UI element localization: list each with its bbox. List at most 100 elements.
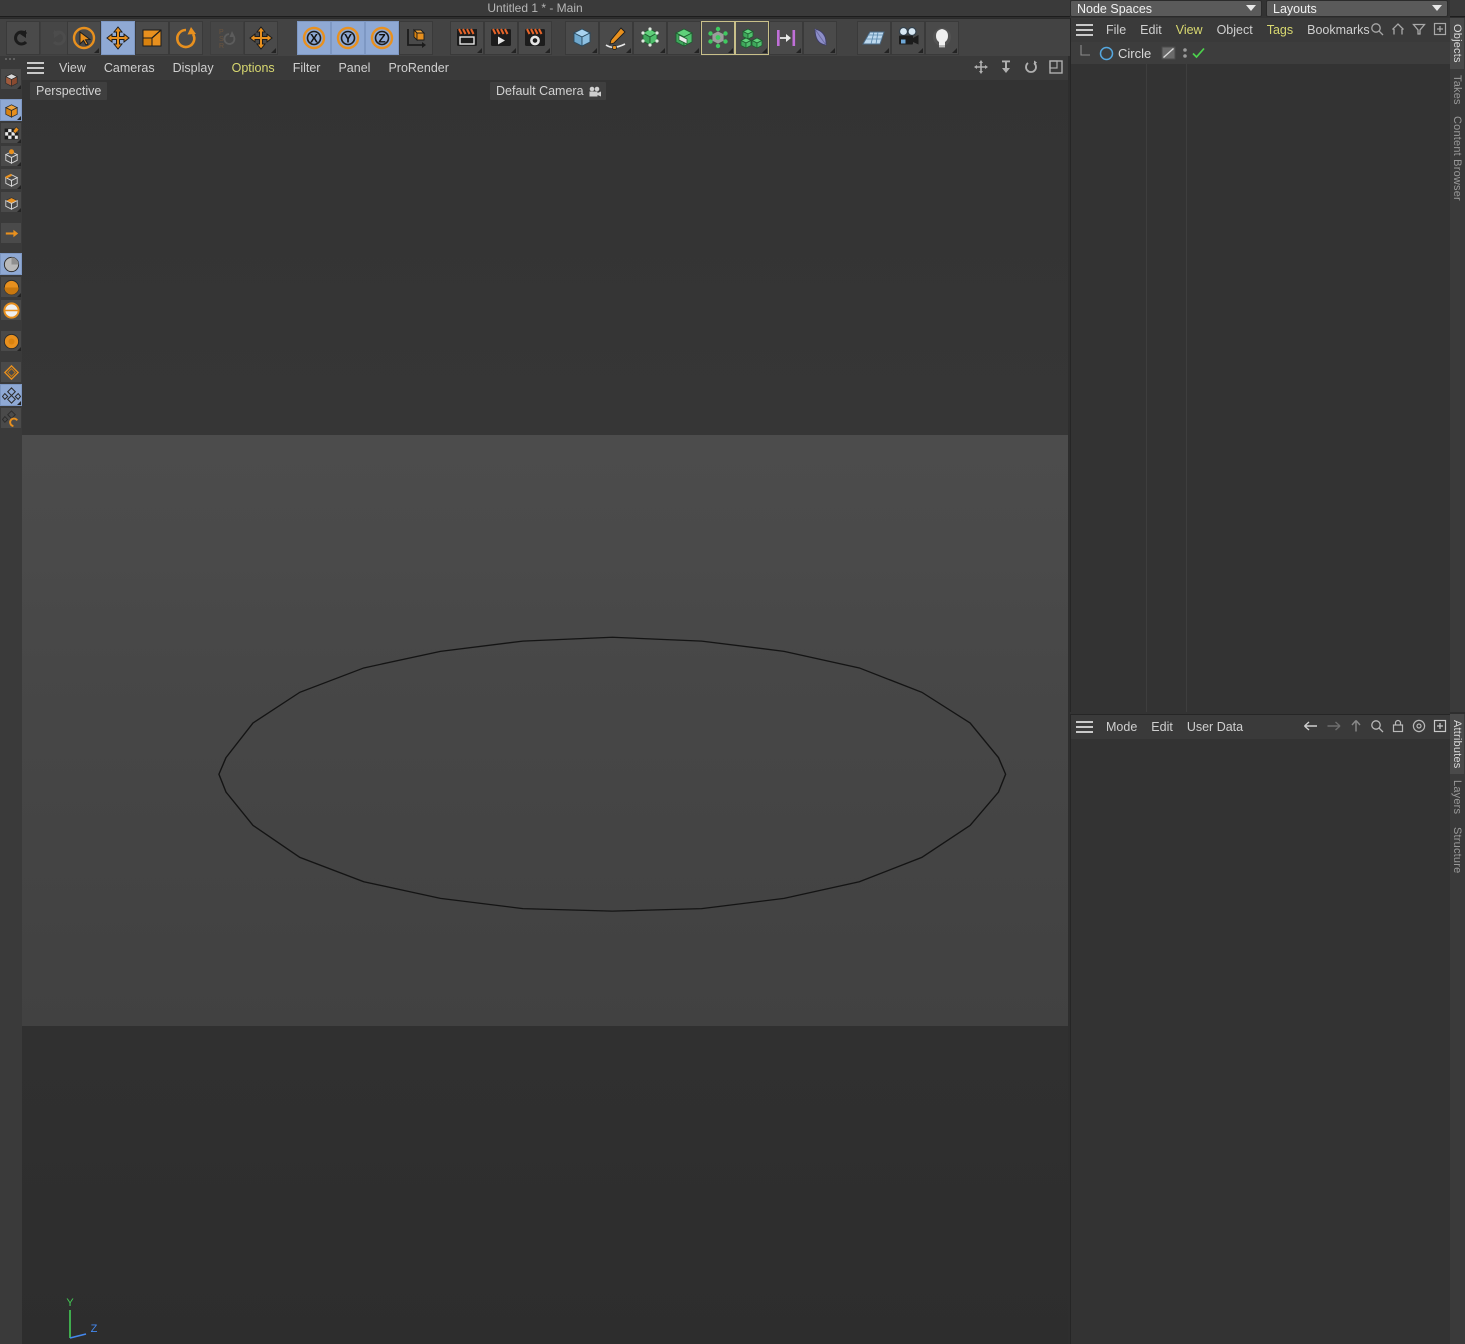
viewport-menu-options[interactable]: Options [223,56,284,80]
viewport-menu-prorender[interactable]: ProRender [379,56,457,80]
object-manager-tree[interactable]: Circle [1071,42,1451,712]
rotate-tool-button[interactable] [169,21,203,55]
scene-constraint-button[interactable] [769,21,803,55]
lock-icon[interactable] [1391,719,1405,733]
up-arrow-icon[interactable] [1349,719,1363,733]
left-item-texture-mode[interactable] [0,122,22,144]
spline-circle-icon[interactable] [1099,46,1114,61]
left-item-solo-off[interactable] [0,276,22,298]
left-item-axis-mode[interactable] [0,222,22,244]
layouts-dropdown[interactable]: Layouts [1266,0,1448,17]
viewport-menu-display[interactable]: Display [164,56,223,80]
visibility-dots-icon[interactable] [1181,46,1189,60]
vtab-takes[interactable]: Takes [1450,69,1464,111]
left-item-point-mode[interactable] [0,145,22,167]
vtab-objects[interactable]: Objects [1450,18,1464,69]
object-name[interactable]: Circle [1118,46,1151,61]
home-icon[interactable] [1391,22,1405,36]
forward-arrow-icon[interactable] [1326,719,1342,733]
world-object-axis-button[interactable] [244,21,278,55]
lock-z-button[interactable]: Z [365,21,399,55]
left-item-object-mode[interactable] [0,99,22,121]
rotate-view-icon[interactable] [1023,59,1039,75]
plus-box-icon[interactable] [1433,719,1447,733]
left-item-quantize[interactable] [0,384,22,406]
om-menu-file[interactable]: File [1099,18,1133,42]
om-menu-edit[interactable]: Edit [1133,18,1169,42]
attributes-hamburger-icon[interactable] [1076,721,1093,733]
left-item-enable-axis[interactable] [0,253,22,275]
deformer-button[interactable] [701,21,735,55]
attr-menu-user-data[interactable]: User Data [1180,715,1250,739]
viewport-corner-icons [973,59,1064,75]
om-column-divider-1[interactable] [1146,64,1147,712]
vtab-attributes[interactable]: Attributes [1450,714,1464,775]
live-selection-button[interactable] [67,21,101,55]
attr-menu-mode[interactable]: Mode [1099,715,1144,739]
lock-x-button[interactable]: X [297,21,331,55]
move-view-icon[interactable] [973,59,989,75]
scale-view-icon[interactable] [998,59,1014,75]
left-item-workplane[interactable] [0,361,22,383]
move-arrows-icon [106,26,130,50]
search-icon[interactable] [1370,719,1384,733]
viewport-menu-panel[interactable]: Panel [329,56,379,80]
attr-menu-edit[interactable]: Edit [1144,715,1180,739]
toolbar-group-create [565,21,837,55]
array-generator-button[interactable] [667,21,701,55]
om-menu-view[interactable]: View [1169,18,1210,42]
nurbs-button[interactable] [633,21,667,55]
viewport-menu-hamburger-icon[interactable] [27,62,44,74]
maximize-view-icon[interactable] [1048,59,1064,75]
undo-button[interactable] [6,21,40,55]
checkmark-icon[interactable] [1191,46,1206,60]
om-menu-object[interactable]: Object [1210,18,1260,42]
om-menu-bookmarks[interactable]: Bookmarks [1300,18,1377,42]
om-column-divider-2[interactable] [1186,64,1187,712]
search-icon[interactable] [1370,22,1384,36]
plus-box-icon[interactable] [1433,22,1447,36]
psr-reset-button[interactable]: P S R [210,21,244,55]
back-arrow-icon[interactable] [1303,719,1319,733]
om-menu-tags[interactable]: Tags [1260,18,1300,42]
attributes-content[interactable] [1071,739,1451,1344]
vtab-structure[interactable]: Structure [1450,821,1464,879]
filter-icon[interactable] [1412,22,1426,36]
lock-y-button[interactable]: Y [331,21,365,55]
node-spaces-dropdown[interactable]: Node Spaces [1070,0,1262,17]
object-manager-hamburger-icon[interactable] [1076,24,1093,36]
object-display-tag-icon[interactable] [1161,46,1177,60]
viewport-menu-view[interactable]: View [50,56,95,80]
scale-tool-button[interactable] [135,21,169,55]
left-item-solo-single[interactable] [0,299,22,321]
viewport-menu-filter[interactable]: Filter [284,56,330,80]
render-settings-button[interactable] [518,21,552,55]
left-item-model-mode[interactable] [0,68,22,90]
object-manager-row[interactable]: Circle [1071,42,1451,64]
vtab-layers[interactable]: Layers [1450,774,1464,820]
move-tool-button[interactable] [101,21,135,55]
left-item-edge-mode[interactable] [0,168,22,190]
vtab-content-browser[interactable]: Content Browser [1450,110,1464,207]
add-camera-button[interactable] [891,21,925,55]
left-item-lock-workplane[interactable] [0,407,22,429]
viewport-menu-cameras[interactable]: Cameras [95,56,164,80]
render-view-button[interactable] [450,21,484,55]
left-item-polygon-mode[interactable] [0,191,22,213]
viewport-camera-label[interactable]: Default Camera [490,82,606,100]
add-spline-button[interactable] [599,21,633,55]
add-floor-button[interactable] [857,21,891,55]
viewport-projection-label[interactable]: Perspective [30,82,108,100]
left-item-enable-snap[interactable] [0,330,22,352]
circle-spline-object[interactable] [182,595,1062,955]
world-coordinates-button[interactable] [399,21,433,55]
viewport-canvas[interactable]: Perspective Default Camera Y Z [22,80,1068,1344]
add-light-button[interactable] [925,21,959,55]
toolbar-grip[interactable] [5,58,16,66]
target-icon[interactable] [1412,719,1426,733]
add-cube-button[interactable] [565,21,599,55]
render-picture-viewer-button[interactable] [484,21,518,55]
node-spaces-label: Node Spaces [1077,1,1153,16]
field-button[interactable] [803,21,837,55]
mograph-button[interactable] [735,21,769,55]
